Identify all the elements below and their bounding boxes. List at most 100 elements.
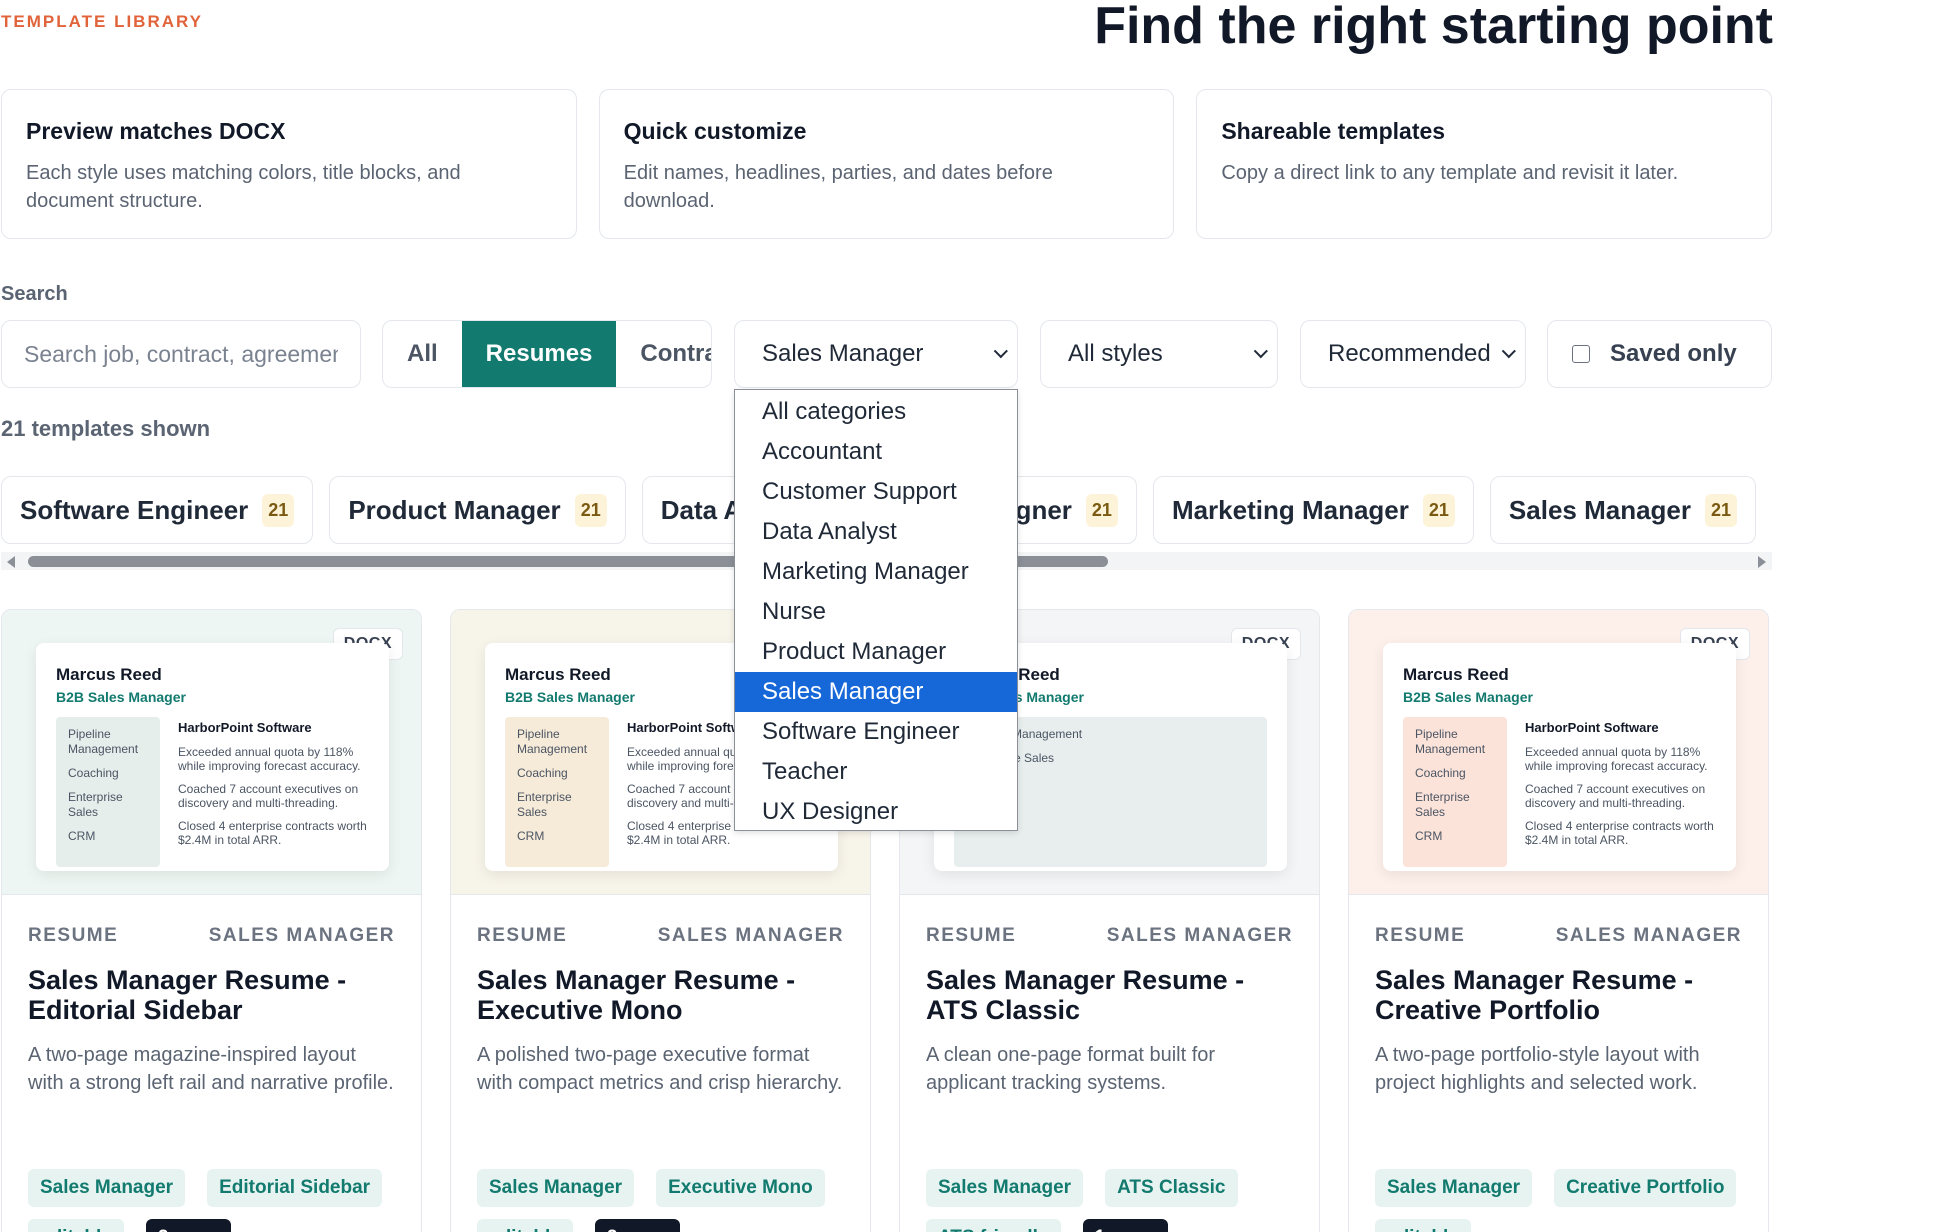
tag: Executive Mono <box>656 1169 825 1207</box>
role-chip[interactable]: Sales Manager 21 <box>1489 476 1757 544</box>
category-select[interactable]: Sales Manager <box>734 320 1018 388</box>
scroll-right-icon[interactable] <box>1758 556 1766 568</box>
role-chip-label: Product Manager <box>348 494 561 525</box>
role-chip-count: 21 <box>262 493 295 527</box>
role-chip-count: 21 <box>574 493 607 527</box>
card-title[interactable]: Sales Manager Resume - Editorial Sidebar <box>28 965 395 1027</box>
type-contracts-button[interactable]: Contracts <box>616 321 711 387</box>
card-type: RESUME <box>1375 925 1466 946</box>
page-title: Find the right starting point <box>1094 0 1773 55</box>
saved-only-checkbox[interactable] <box>1572 345 1590 363</box>
card-title[interactable]: Sales Manager Resume - Creative Portfoli… <box>1375 965 1742 1027</box>
resume-preview-page: Marcus Reed B2B Sales Manager Pipeline M… <box>1383 643 1736 871</box>
category-option[interactable]: Nurse <box>735 592 1017 632</box>
preview-skill: Enterprise Sales <box>517 790 572 819</box>
preview-skill: Pipeline Management <box>517 727 588 756</box>
preview-bullet: Coached 7 account executives on discover… <box>178 782 359 810</box>
category-option[interactable]: Customer Support <box>735 472 1017 512</box>
role-chip[interactable]: Software Engineer 21 <box>1 476 314 544</box>
tag: editable <box>1375 1219 1471 1232</box>
preview-name: Marcus Reed <box>1403 665 1509 684</box>
tag: Sales Manager <box>477 1169 635 1207</box>
template-card[interactable]: DOCX Marcus Reed B2B Sales Manager Pipel… <box>1348 609 1769 1232</box>
feature-card: Shareable templates Copy a direct link t… <box>1196 89 1773 239</box>
card-category: SALES MANAGER <box>1555 925 1742 946</box>
category-option-selected[interactable]: Sales Manager <box>735 672 1017 712</box>
category-dropdown-list[interactable]: All categories Accountant Customer Suppo… <box>734 389 1018 831</box>
type-resumes-button[interactable]: Resumes <box>461 321 617 387</box>
card-type: RESUME <box>477 925 568 946</box>
category-option[interactable]: Data Analyst <box>735 512 1017 552</box>
tag: Creative Portfolio <box>1554 1169 1737 1207</box>
category-option[interactable]: All categories <box>735 392 1017 432</box>
preview-skill: Pipeline Management <box>1415 727 1486 756</box>
card-title[interactable]: Sales Manager Resume - ATS Classic <box>926 965 1293 1027</box>
search-label: Search <box>1 283 68 305</box>
type-segmented-control: All Resumes Contracts <box>382 320 712 388</box>
preview-skill: Pipeline Management <box>68 727 139 756</box>
preview-role: B2B Sales Manager <box>1403 689 1533 705</box>
feature-cards: Preview matches DOCX Each style uses mat… <box>1 89 1773 239</box>
search-input[interactable] <box>1 320 361 388</box>
preview-bullet: Exceeded annual quota by 118% while impr… <box>178 745 361 773</box>
saved-only-toggle[interactable]: Saved only <box>1547 320 1772 388</box>
saved-only-label: Saved only <box>1610 340 1737 367</box>
card-description: A clean one-page format built for applic… <box>926 1044 1216 1094</box>
preview-bullet: Closed 4 enterprise contracts worth $2.4… <box>1525 819 1714 847</box>
feature-title: Quick customize <box>623 118 807 144</box>
category-option[interactable]: UX Designer <box>735 792 1017 832</box>
category-option[interactable]: Teacher <box>735 752 1017 792</box>
role-chip[interactable]: Marketing Manager 21 <box>1152 476 1474 544</box>
category-option[interactable]: Product Manager <box>735 632 1017 672</box>
card-category: SALES MANAGER <box>657 925 844 946</box>
category-select-value: Sales Manager <box>762 340 924 367</box>
role-chip-count: 21 <box>1422 493 1455 527</box>
card-title[interactable]: Sales Manager Resume - Executive Mono <box>477 965 844 1027</box>
preview-skill: Enterprise Sales <box>1415 790 1470 819</box>
feature-title: Shareable templates <box>1221 118 1446 144</box>
style-select[interactable]: All styles <box>1040 320 1278 388</box>
card-description: A two-page portfolio-style layout with p… <box>1375 1044 1700 1094</box>
preview-skill: Enterprise Sales <box>68 790 123 819</box>
role-chip-label: Software Engineer <box>20 494 249 525</box>
feature-text: Each style uses matching colors, title b… <box>26 162 461 212</box>
preview-skill: CRM <box>1415 829 1443 843</box>
role-chip-label: Sales Manager <box>1508 494 1692 525</box>
role-chip-count: 21 <box>1705 493 1738 527</box>
tag: editable <box>477 1219 573 1232</box>
preview-role: B2B Sales Manager <box>56 689 186 705</box>
preview-skill: Coaching <box>68 766 119 780</box>
feature-card: Quick customize Edit names, headlines, p… <box>598 89 1175 239</box>
tag: Editorial Sidebar <box>207 1169 383 1207</box>
preview-rail: Pipeline Management Coaching Enterprise … <box>56 717 160 867</box>
tag: ATS friendly <box>926 1219 1061 1232</box>
tag: Sales Manager <box>1375 1169 1533 1207</box>
category-option[interactable]: Accountant <box>735 432 1017 472</box>
resume-preview-page: Marcus Reed B2B Sales Manager Pipeline M… <box>36 643 389 871</box>
template-preview[interactable]: DOCX Marcus Reed B2B Sales Manager Pipel… <box>2 610 421 895</box>
sort-select[interactable]: Recommended <box>1300 320 1526 388</box>
preview-bullet: Exceeded annual quota by 118% while impr… <box>1525 745 1708 773</box>
role-chip[interactable]: Product Manager 21 <box>329 476 626 544</box>
preview-skill: CRM <box>517 829 545 843</box>
scroll-left-icon[interactable] <box>7 556 15 568</box>
card-description: A polished two-page executive format wit… <box>477 1044 843 1094</box>
feature-card: Preview matches DOCX Each style uses mat… <box>1 89 577 239</box>
chevron-down-icon <box>1501 344 1516 359</box>
tag: editable <box>28 1219 124 1232</box>
template-card[interactable]: DOCX Marcus Reed B2B Sales Manager Pipel… <box>1 609 422 1232</box>
category-option[interactable]: Software Engineer <box>735 712 1017 752</box>
tag: 2-page <box>594 1219 681 1232</box>
tag: 1-page <box>1082 1219 1168 1232</box>
preview-name: Marcus Reed <box>56 665 162 684</box>
category-option[interactable]: Marketing Manager <box>735 552 1017 592</box>
style-select-value: All styles <box>1068 340 1163 367</box>
role-chip-count: 21 <box>1085 493 1118 527</box>
feature-text: Copy a direct link to any template and r… <box>1221 162 1679 184</box>
template-preview[interactable]: DOCX Marcus Reed B2B Sales Manager Pipel… <box>1349 610 1768 895</box>
card-type: RESUME <box>28 925 119 946</box>
card-category: SALES MANAGER <box>208 925 395 946</box>
preview-rail: Pipeline Management Coaching Enterprise … <box>505 717 609 867</box>
tag: 2-page <box>145 1219 232 1232</box>
type-all-button[interactable]: All <box>383 321 462 387</box>
